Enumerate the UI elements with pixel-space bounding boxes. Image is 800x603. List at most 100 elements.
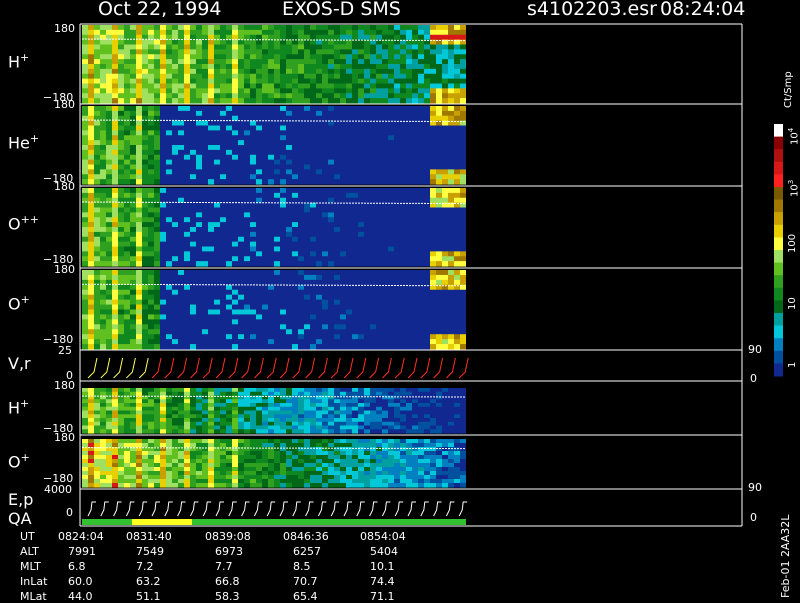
heatmap-cell [376, 49, 382, 55]
heatmap-cell [148, 334, 154, 340]
heatmap-cell [94, 314, 100, 320]
heatmap-cell [334, 299, 340, 306]
heatmap-cell [94, 463, 100, 468]
heatmap-cell [118, 25, 124, 31]
heatmap-cell [112, 399, 118, 404]
heatmap-cell [154, 261, 160, 267]
heatmap-cell [214, 403, 220, 408]
heatmap-cell [430, 197, 436, 204]
heatmap-cell [136, 274, 142, 281]
heatmap-cell [166, 261, 172, 267]
heatmap-cell [316, 140, 322, 146]
heatmap-cell [358, 93, 364, 99]
heatmap-cell [388, 25, 394, 31]
heatmap-cell [154, 120, 160, 127]
heatmap-cell [142, 83, 148, 89]
heatmap-cell [448, 339, 454, 345]
heatmap-cell [118, 483, 124, 488]
heatmap-cell [454, 125, 460, 131]
heatmap-cell [196, 418, 202, 423]
heatmap-cell [208, 236, 214, 243]
heatmap-cell [304, 319, 310, 325]
heatmap-cell [448, 418, 454, 423]
heatmap-cell [244, 418, 250, 423]
heatmap-cell [358, 410, 364, 415]
heatmap-cell [448, 414, 454, 419]
heatmap-cell [196, 319, 202, 325]
heatmap-cell [394, 145, 400, 151]
heatmap-cell [154, 289, 160, 296]
heatmap-cell [292, 421, 298, 427]
heatmap-cell [142, 149, 148, 156]
heatmap-cell [130, 304, 136, 311]
heatmap-cell [370, 98, 376, 104]
heatmap-cell [454, 197, 460, 204]
heatmap-cell [382, 98, 388, 104]
heatmap-cell [298, 388, 304, 393]
heatmap-cell [274, 284, 280, 291]
heatmap-cell [418, 227, 424, 233]
heatmap-cell [442, 324, 448, 330]
heatmap-cell [340, 410, 346, 415]
heatmap-cell [442, 78, 448, 85]
heatmap-cell [292, 231, 298, 238]
heatmap-cell [178, 130, 184, 136]
heatmap-cell [250, 44, 256, 50]
heatmap-cell [424, 241, 430, 248]
heatmap-cell [328, 309, 334, 316]
heatmap-cell [304, 164, 310, 170]
heatmap-cell [190, 309, 196, 316]
heatmap-cell [190, 149, 196, 156]
heatmap-cell [358, 406, 364, 412]
heatmap-cell [124, 388, 130, 393]
heatmap-cell [274, 256, 280, 262]
heatmap-cell [442, 169, 448, 175]
heatmap-cell [220, 169, 226, 175]
heatmap-cell [280, 120, 286, 127]
heatmap-cell [346, 154, 352, 161]
heatmap-cell [328, 319, 334, 325]
heatmap-cell [280, 164, 286, 170]
heatmap-cell [106, 410, 112, 415]
heatmap-cell [436, 246, 442, 252]
heatmap-cell [124, 154, 130, 161]
heatmap-cell [322, 410, 328, 415]
heatmap-cell [310, 212, 316, 218]
heatmap-cell [280, 44, 286, 50]
heatmap-cell [274, 202, 280, 209]
heatmap-cell [250, 309, 256, 316]
heatmap-cell [358, 59, 364, 65]
heatmap-cell [232, 261, 238, 267]
heatmap-cell [142, 68, 148, 75]
heatmap-cell [250, 418, 256, 423]
heatmap-cell [328, 212, 334, 218]
heatmap-cell [202, 314, 208, 320]
heatmap-cell [310, 125, 316, 131]
heatmap-cell [118, 68, 124, 75]
heatmap-cell [184, 270, 190, 276]
heatmap-cell [388, 399, 394, 404]
heatmap-cell [214, 78, 220, 85]
heatmap-cell [382, 125, 388, 131]
heatmap-cell [322, 34, 328, 41]
heatmap-cell [88, 475, 94, 480]
heatmap-cell [250, 319, 256, 325]
heatmap-cell [334, 78, 340, 85]
heatmap-cell [196, 261, 202, 267]
heatmap-cell [226, 88, 232, 94]
heatmap-cell [268, 251, 274, 257]
heatmap-cell [250, 140, 256, 146]
heatmap-cell [388, 388, 394, 393]
heatmap-cell [430, 159, 436, 166]
heatmap-cell [280, 274, 286, 281]
heatmap-cell [202, 179, 208, 185]
heatmap-cell [430, 59, 436, 65]
heatmap-cell [454, 429, 460, 434]
heatmap-cell [448, 78, 454, 85]
heatmap-cell [262, 140, 268, 146]
heatmap-cell [280, 309, 286, 316]
heatmap-cell [208, 54, 214, 60]
heatmap-cell [298, 34, 304, 41]
heatmap-cell [460, 414, 466, 419]
heatmap-cell [262, 329, 268, 335]
